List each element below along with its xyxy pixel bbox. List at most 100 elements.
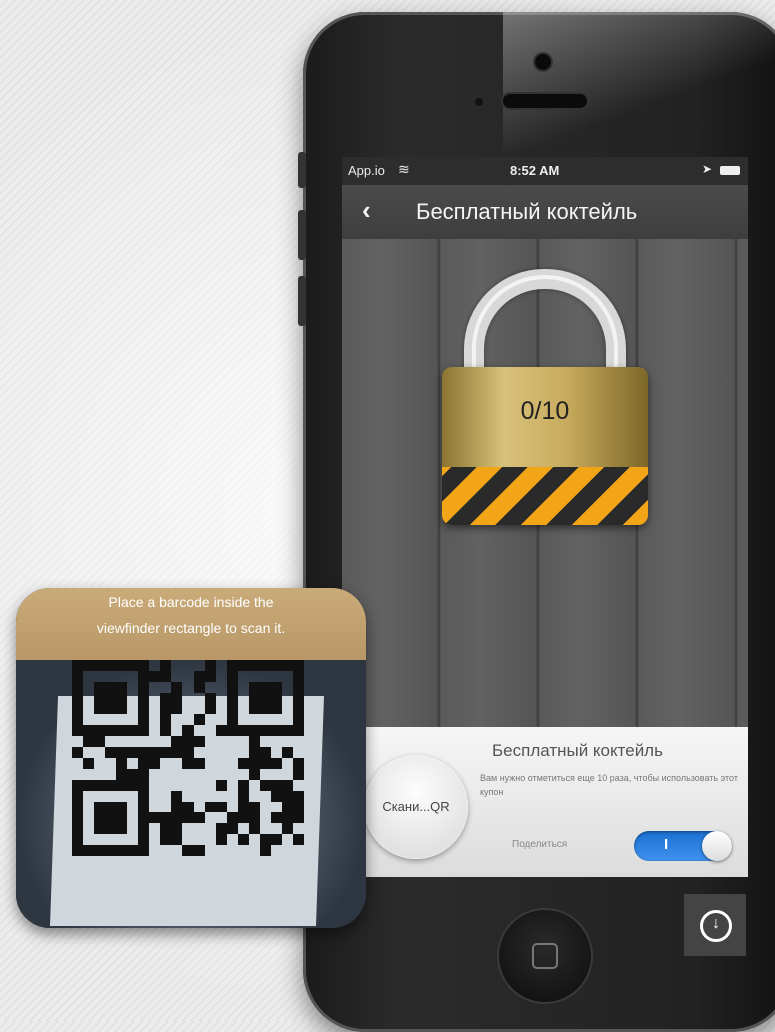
qr-module (293, 736, 304, 747)
qr-module (138, 790, 150, 802)
qr-module (94, 834, 105, 845)
qr-module (138, 812, 150, 824)
qr-module (270, 725, 282, 737)
qr-module (72, 703, 84, 715)
qr-module (149, 725, 160, 736)
qr-module (149, 845, 160, 856)
qr-module (281, 823, 293, 835)
qr-module (72, 790, 84, 802)
mute-switch (298, 152, 306, 188)
navigation-bar: ‹ Бесплатный коктейль (342, 185, 748, 240)
qr-module (292, 703, 304, 715)
qr-module (138, 681, 150, 693)
qr-module (248, 736, 260, 748)
qr-module (216, 682, 227, 693)
volume-down-button (298, 276, 306, 326)
qr-module (171, 681, 183, 693)
qr-module (270, 812, 282, 824)
qr-module (193, 714, 205, 726)
scanner-instruction-line1: Place a barcode inside the (108, 594, 274, 610)
qr-module (127, 747, 139, 758)
qr-module (182, 671, 193, 682)
qr-module (83, 791, 94, 802)
qr-module (160, 769, 171, 780)
qr-module (227, 834, 238, 845)
qr-module (216, 791, 227, 802)
qr-module (83, 747, 94, 758)
qr-module (138, 779, 150, 791)
qr-module (226, 812, 238, 824)
qr-module (138, 660, 150, 671)
qr-module (259, 692, 271, 704)
qr-module (182, 758, 194, 769)
qr-module (127, 714, 138, 725)
qr-module (182, 682, 193, 693)
qr-module (127, 660, 139, 671)
qr-module (149, 660, 160, 671)
qr-module (204, 801, 216, 813)
qr-module (237, 725, 249, 737)
qr-module (216, 704, 227, 715)
qr-module (270, 834, 282, 846)
share-toggle[interactable]: I (634, 831, 732, 861)
qr-module (72, 758, 83, 769)
qr-module (227, 845, 238, 856)
home-button[interactable] (499, 910, 591, 1002)
qr-module (281, 725, 293, 737)
qr-module (248, 681, 260, 693)
qr-module (226, 681, 238, 693)
qr-module (72, 736, 83, 747)
qr-module (83, 671, 94, 682)
toggle-knob (702, 831, 732, 861)
qr-module (182, 812, 194, 824)
qr-module (105, 671, 116, 682)
qr-module (271, 714, 282, 725)
qr-module (282, 671, 293, 682)
qr-module (116, 660, 128, 671)
qr-module (127, 834, 138, 845)
qr-module (282, 758, 293, 769)
qr-module (105, 769, 116, 780)
qr-module (271, 747, 282, 758)
qr-module (238, 671, 249, 682)
scanner-instruction-bar: Place a barcode inside the viewfinder re… (16, 588, 366, 660)
qr-module (249, 714, 260, 725)
qr-module (72, 801, 84, 813)
back-button[interactable]: ‹ (362, 195, 371, 226)
qr-module (248, 812, 260, 824)
qr-module (105, 834, 116, 845)
qr-module (160, 823, 172, 835)
qr-module (160, 660, 172, 671)
qr-module (72, 779, 84, 791)
qr-module (94, 725, 106, 737)
qr-module (171, 823, 183, 835)
qr-module (149, 780, 160, 791)
qr-module (194, 725, 205, 736)
wifi-icon: ≋ (398, 161, 410, 177)
qr-module (248, 758, 260, 769)
qr-module (248, 823, 260, 835)
qr-module (194, 660, 205, 671)
qr-module (160, 802, 171, 813)
qr-module (259, 779, 271, 791)
qr-module (182, 791, 193, 802)
qr-module (205, 791, 216, 802)
coupon-panel: Скани...QR Бесплатный коктейль Вам нужно… (342, 727, 748, 877)
qr-module (127, 791, 138, 802)
qr-module (83, 714, 94, 725)
qr-module (127, 725, 139, 737)
qr-module (127, 671, 138, 682)
qr-module (127, 682, 138, 693)
qr-module (227, 769, 238, 780)
scan-qr-button[interactable]: Скани...QR (364, 755, 468, 859)
qr-module (127, 845, 139, 856)
qr-module (105, 779, 117, 791)
qr-module (138, 703, 150, 715)
qr-module (293, 747, 304, 758)
qr-module (72, 692, 84, 704)
qr-module (160, 714, 172, 726)
qr-module (171, 703, 183, 715)
qr-module (260, 736, 271, 747)
qr-module (260, 671, 271, 682)
download-button[interactable]: ↓ (684, 894, 746, 956)
